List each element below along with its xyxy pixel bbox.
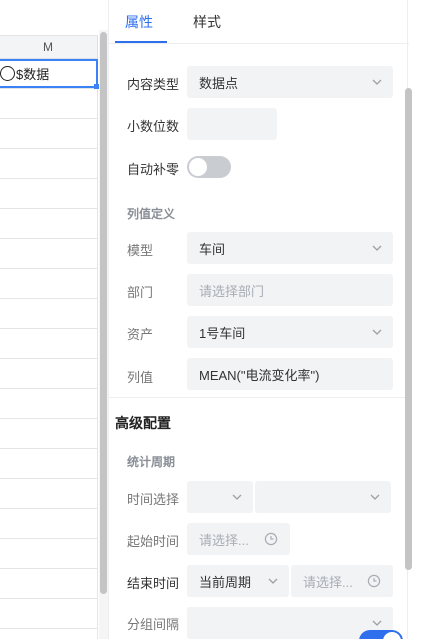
spreadsheet-area[interactable]: M $数据 <box>0 0 108 639</box>
row-gridline <box>0 388 98 389</box>
row-gridline <box>0 328 98 329</box>
active-tab-indicator <box>115 41 167 43</box>
row-gridline <box>0 208 98 209</box>
row-gridline <box>0 238 98 239</box>
group-interval-label: 分组间隔 <box>127 617 180 632</box>
end-time-mode-select[interactable]: 当前周期 <box>187 565 289 597</box>
auto-zero-pad-toggle[interactable] <box>187 156 231 178</box>
row-gridline <box>0 118 98 119</box>
asset-value: 1号车间 <box>199 325 246 341</box>
toggle-knob <box>383 632 401 639</box>
chevron-down-icon <box>371 242 383 254</box>
time-select-type[interactable] <box>187 481 253 513</box>
decimal-places-input[interactable] <box>187 108 277 140</box>
content-type-select[interactable]: 数据点 <box>187 66 393 98</box>
panel-scrollbar-thumb[interactable] <box>405 88 412 570</box>
model-value: 车间 <box>199 241 226 257</box>
properties-panel: 属性 样式 内容类型 数据点 小数位数 自动补零 列值定义 模型 车间 部门 请… <box>108 0 427 639</box>
row-gridline <box>0 418 98 419</box>
toggle-knob <box>189 158 207 176</box>
model-select[interactable]: 车间 <box>187 232 393 264</box>
column-value-label: 列值 <box>127 370 154 385</box>
time-select-period[interactable] <box>255 481 391 513</box>
row-gridline <box>0 628 98 629</box>
end-time-picker[interactable]: 请选择... <box>291 565 393 597</box>
auto-zero-pad-label: 自动补零 <box>127 162 180 177</box>
panel-tabs: 属性 样式 <box>109 0 409 44</box>
row-gridline <box>0 268 98 269</box>
end-time-label: 结束时间 <box>127 576 180 591</box>
chevron-down-icon <box>371 326 383 338</box>
cell-content: $数据 <box>0 64 49 83</box>
row-gridline <box>0 478 98 479</box>
column-gridline <box>97 59 98 639</box>
department-select[interactable]: 请选择部门 <box>187 274 393 306</box>
clock-icon <box>264 532 278 546</box>
start-time-picker[interactable]: 请选择... <box>187 523 290 555</box>
time-select-label: 时间选择 <box>127 492 180 507</box>
chevron-down-icon <box>231 491 243 503</box>
section-divider <box>109 397 407 398</box>
column-value-input[interactable]: MEAN("电流变化率") <box>187 358 393 390</box>
asset-select[interactable]: 1号车间 <box>187 316 393 348</box>
column-value-text: MEAN("电流变化率") <box>199 367 320 383</box>
column-definition-title: 列值定义 <box>127 207 176 221</box>
chevron-down-icon <box>371 617 383 629</box>
column-header-label: M <box>43 40 53 54</box>
row-gridline <box>0 448 98 449</box>
row-gridline <box>0 148 98 149</box>
chevron-down-icon <box>371 76 383 88</box>
row-gridline <box>0 568 98 569</box>
row-gridline <box>0 88 98 89</box>
row-gridline <box>0 538 98 539</box>
row-gridline <box>0 508 98 509</box>
chevron-down-icon <box>369 491 381 503</box>
row-gridline <box>0 298 98 299</box>
department-label: 部门 <box>127 285 154 300</box>
row-gridline <box>0 598 98 599</box>
start-time-placeholder: 请选择... <box>199 532 249 548</box>
sheet-scrollbar-thumb[interactable] <box>100 32 107 594</box>
asset-label: 资产 <box>127 327 154 342</box>
content-type-value: 数据点 <box>199 75 239 91</box>
content-type-label: 内容类型 <box>127 77 180 92</box>
clock-icon <box>367 574 381 588</box>
department-placeholder: 请选择部门 <box>199 283 265 299</box>
column-header-m[interactable]: M <box>0 35 98 59</box>
tab-style[interactable]: 样式 <box>193 12 221 32</box>
model-label: 模型 <box>127 243 154 258</box>
tab-properties[interactable]: 属性 <box>125 12 153 32</box>
start-time-label: 起始时间 <box>127 534 180 549</box>
end-time-mode: 当前周期 <box>199 574 252 590</box>
chevron-down-icon <box>267 575 279 587</box>
end-time-placeholder: 请选择... <box>303 574 353 590</box>
row-gridline <box>0 178 98 179</box>
cell-value: $数据 <box>16 67 50 82</box>
row-gridline <box>0 358 98 359</box>
circle-icon <box>0 66 15 81</box>
advanced-config-title: 高级配置 <box>115 415 171 431</box>
stat-period-title: 统计周期 <box>127 455 176 469</box>
bottom-toggle[interactable] <box>359 630 403 639</box>
decimal-places-label: 小数位数 <box>127 119 180 134</box>
